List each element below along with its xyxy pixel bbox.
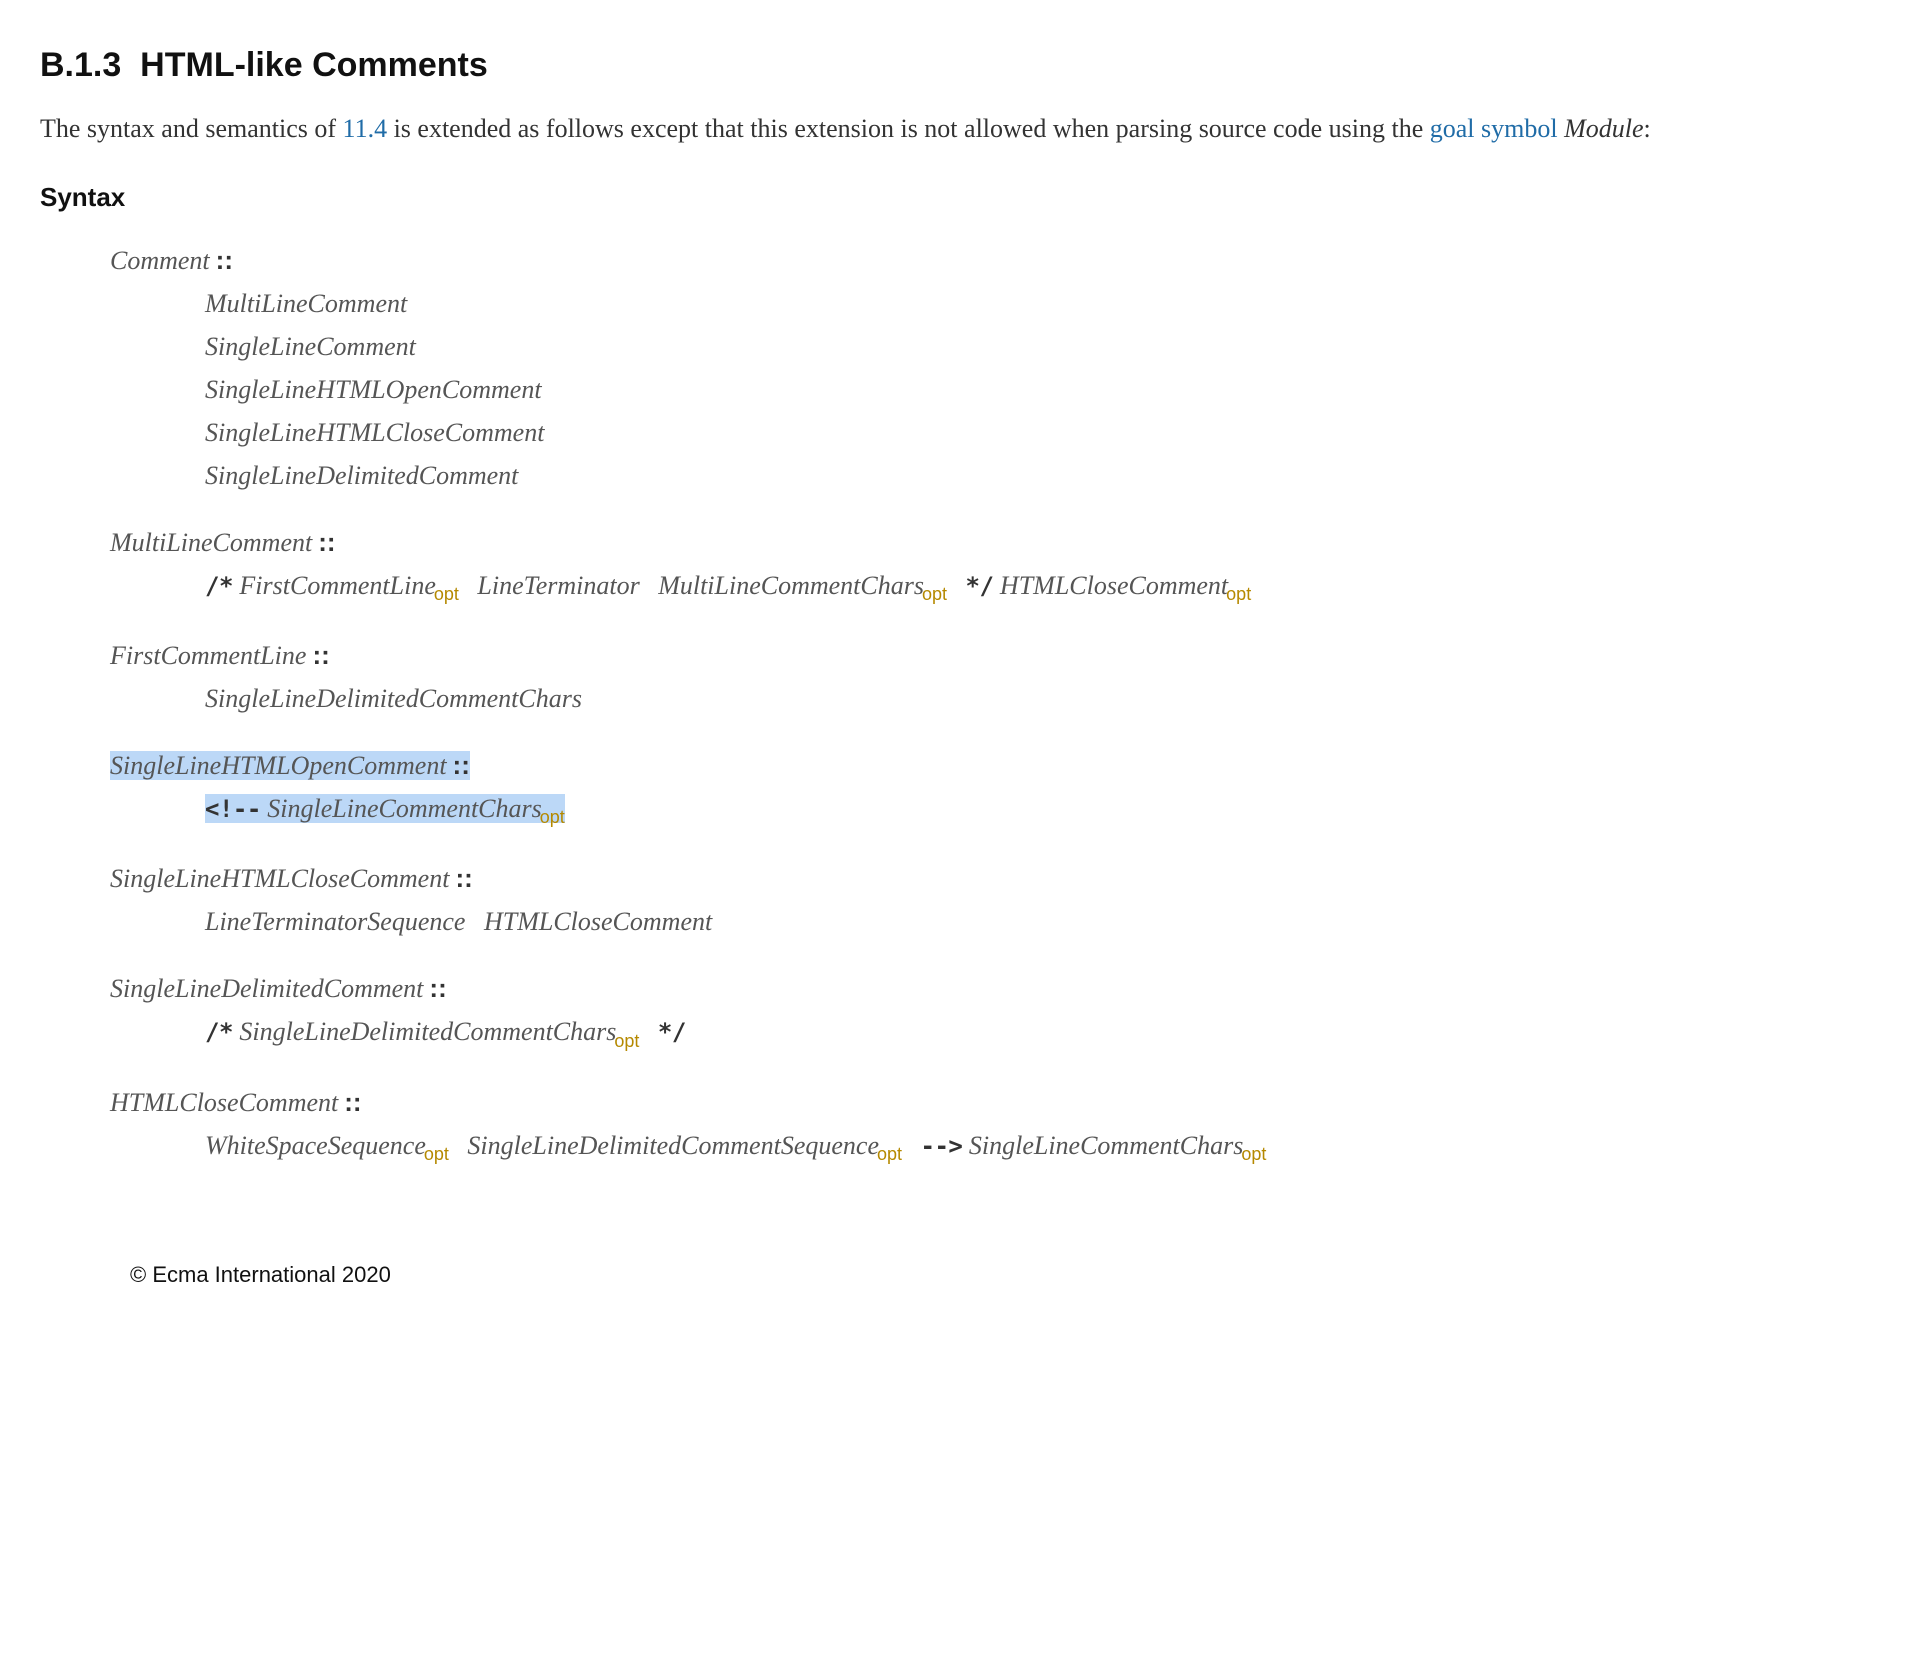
production-lhs: SingleLineHTMLCloseComment::	[110, 859, 1880, 898]
nonterminal: WhiteSpaceSequence	[205, 1131, 426, 1160]
nonterminal: SingleLineDelimitedCommentSequence	[467, 1131, 879, 1160]
rhs: <!-- SingleLineCommentCharsopt	[205, 789, 1880, 831]
rhs: MultiLineComment	[205, 284, 1880, 323]
grammar-block: Comment:: MultiLineComment SingleLineCom…	[110, 241, 1880, 1168]
rhs: SingleLineDelimitedComment	[205, 456, 1880, 495]
rhs: /* FirstCommentLineopt LineTerminator Mu…	[205, 566, 1880, 608]
separator: ::	[216, 245, 233, 275]
separator: ::	[344, 1087, 361, 1117]
terminal: */	[966, 572, 994, 600]
production-singlelinehtmlclosecomment: SingleLineHTMLCloseComment:: LineTermina…	[110, 859, 1880, 941]
opt-marker: opt	[922, 584, 947, 604]
nonterminal: SingleLineHTMLOpenComment	[110, 751, 447, 780]
nonterminal: FirstCommentLine	[110, 641, 306, 670]
production-lhs: Comment::	[110, 241, 1880, 280]
copyright-footer: © Ecma International 2020	[130, 1258, 1880, 1291]
link-11-4[interactable]: 11.4	[343, 114, 388, 143]
production-singlelinehtmlopencomment: SingleLineHTMLOpenComment:: <!-- SingleL…	[110, 746, 1880, 831]
opt-marker: opt	[540, 807, 565, 827]
rhs: /* SingleLineDelimitedCommentCharsopt */	[205, 1012, 1880, 1054]
nonterminal: FirstCommentLine	[239, 571, 435, 600]
highlighted-text: <!-- SingleLineCommentCharsopt	[205, 794, 565, 823]
production-comment: Comment:: MultiLineComment SingleLineCom…	[110, 241, 1880, 495]
syntax-label: Syntax	[40, 178, 1880, 217]
opt-marker: opt	[434, 584, 459, 604]
production-htmlclosecomment: HTMLCloseComment:: WhiteSpaceSequenceopt…	[110, 1083, 1880, 1168]
nonterminal: SingleLineHTMLCloseComment	[110, 864, 449, 893]
rhs: SingleLineComment	[205, 327, 1880, 366]
opt-marker: opt	[424, 1144, 449, 1164]
link-goal-symbol[interactable]: goal symbol	[1430, 114, 1558, 143]
intro-text: The syntax and semantics of	[40, 114, 343, 143]
intro-paragraph: The syntax and semantics of 11.4 is exte…	[40, 109, 1880, 148]
module-term: Module	[1564, 114, 1643, 143]
nonterminal: Comment	[110, 246, 210, 275]
separator: ::	[318, 527, 335, 557]
opt-marker: opt	[1226, 584, 1251, 604]
opt-marker: opt	[877, 1144, 902, 1164]
nonterminal: HTMLCloseComment	[484, 907, 712, 936]
opt-marker: opt	[1241, 1144, 1266, 1164]
nonterminal: SingleLineCommentChars	[969, 1131, 1243, 1160]
intro-text: is extended as follows except that this …	[387, 114, 1430, 143]
production-lhs: SingleLineDelimitedComment::	[110, 969, 1880, 1008]
rhs: SingleLineHTMLOpenComment	[205, 370, 1880, 409]
opt-marker: opt	[614, 1031, 639, 1051]
section-title: HTML-like Comments	[140, 46, 488, 84]
nonterminal: SingleLineDelimitedComment	[110, 974, 423, 1003]
rhs: SingleLineHTMLCloseComment	[205, 413, 1880, 452]
nonterminal: SingleLineDelimitedCommentChars	[239, 1017, 616, 1046]
nonterminal: LineTerminatorSequence	[205, 907, 465, 936]
production-lhs: FirstCommentLine::	[110, 636, 1880, 675]
production-firstcommentline: FirstCommentLine:: SingleLineDelimitedCo…	[110, 636, 1880, 718]
production-lhs: HTMLCloseComment::	[110, 1083, 1880, 1122]
production-singlelinedelimitedcomment: SingleLineDelimitedComment:: /* SingleLi…	[110, 969, 1880, 1054]
nonterminal: MultiLineComment	[110, 528, 312, 557]
rhs: SingleLineDelimitedCommentChars	[205, 679, 1880, 718]
rhs: WhiteSpaceSequenceopt SingleLineDelimite…	[205, 1126, 1880, 1168]
separator: ::	[455, 863, 472, 893]
production-multilinecomment: MultiLineComment:: /* FirstCommentLineop…	[110, 523, 1880, 608]
terminal: /*	[205, 1018, 233, 1046]
nonterminal: MultiLineCommentChars	[658, 571, 924, 600]
section-heading: B.1.3 HTML-like Comments	[40, 40, 1880, 91]
nonterminal: HTMLCloseComment	[110, 1088, 338, 1117]
highlighted-text: SingleLineHTMLOpenComment::	[110, 751, 470, 780]
terminal: */	[658, 1018, 686, 1046]
section-number: B.1.3	[40, 46, 121, 84]
terminal: /*	[205, 572, 233, 600]
production-lhs: SingleLineHTMLOpenComment::	[110, 746, 1880, 785]
production-lhs: MultiLineComment::	[110, 523, 1880, 562]
separator: ::	[429, 973, 446, 1003]
nonterminal: LineTerminator	[477, 571, 639, 600]
nonterminal: HTMLCloseComment	[1000, 571, 1228, 600]
intro-text: :	[1644, 114, 1651, 143]
terminal: -->	[921, 1132, 963, 1160]
separator: ::	[453, 750, 470, 780]
nonterminal: SingleLineCommentChars	[267, 794, 541, 823]
rhs: LineTerminatorSequence HTMLCloseComment	[205, 902, 1880, 941]
terminal: <!--	[205, 795, 261, 823]
separator: ::	[312, 640, 329, 670]
